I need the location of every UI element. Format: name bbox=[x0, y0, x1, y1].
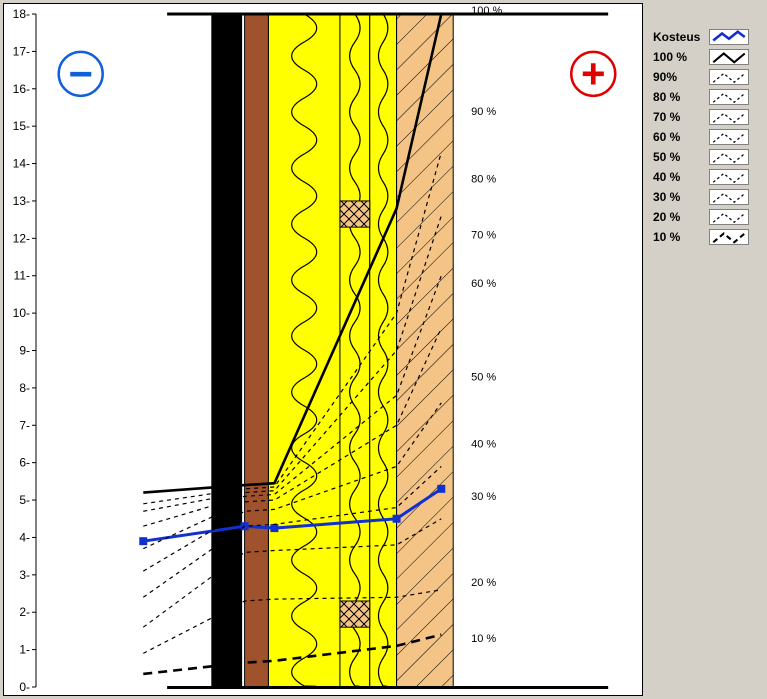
legend-row: 80 % bbox=[653, 88, 763, 106]
legend-row: 100 % bbox=[653, 48, 763, 66]
pct-label: 90 % bbox=[471, 106, 496, 118]
y-tick-label: 1- bbox=[19, 643, 30, 657]
y-tick-label: 18- bbox=[13, 7, 30, 21]
y-tick-label: 9- bbox=[19, 344, 30, 358]
legend-label: 80 % bbox=[653, 90, 709, 104]
legend-label: 40 % bbox=[653, 170, 709, 184]
legend-row: 20 % bbox=[653, 208, 763, 226]
y-tick-label: 10- bbox=[13, 306, 30, 320]
y-tick-label: 0- bbox=[19, 680, 30, 694]
y-tick-label: 17- bbox=[13, 44, 30, 58]
pct-label: 80 % bbox=[471, 173, 496, 185]
legend-swatch bbox=[709, 89, 749, 105]
y-tick-label: 12- bbox=[13, 231, 30, 245]
legend: Kosteus 100 % 90% 80 % 70 % 60 % 50 % 40 % 30 % 2… bbox=[653, 28, 763, 248]
y-tick-label: 5- bbox=[19, 493, 30, 507]
y-tick-label: 6- bbox=[19, 456, 30, 470]
legend-row: 50 % bbox=[653, 148, 763, 166]
legend-label: 50 % bbox=[653, 150, 709, 164]
legend-label: 90% bbox=[653, 70, 709, 84]
legend-swatch bbox=[709, 49, 749, 65]
legend-row: 40 % bbox=[653, 168, 763, 186]
legend-row: 70 % bbox=[653, 108, 763, 126]
legend-row: Kosteus bbox=[653, 28, 763, 46]
legend-swatch bbox=[709, 109, 749, 125]
legend-label: Kosteus bbox=[653, 30, 709, 44]
chart-area: 0- 1- 2- 3- 4- 5- 6- 7- 8- 9- 10- 11- 12- 13- 14- 15- 16… bbox=[3, 3, 643, 696]
pct-label: 40 % bbox=[471, 439, 496, 451]
wall-layer bbox=[397, 14, 454, 687]
legend-label: 10 % bbox=[653, 230, 709, 244]
legend-row: 60 % bbox=[653, 128, 763, 146]
y-tick-label: 11- bbox=[14, 269, 30, 283]
legend-label: 100 % bbox=[653, 50, 709, 64]
legend-swatch bbox=[709, 209, 749, 225]
minus-icon: − bbox=[68, 50, 93, 97]
plus-icon: + bbox=[581, 50, 606, 97]
legend-row: 90% bbox=[653, 68, 763, 86]
legend-swatch bbox=[709, 229, 749, 245]
y-tick-label: 15- bbox=[13, 119, 30, 133]
pct-label: 20 % bbox=[471, 577, 496, 589]
legend-label: 70 % bbox=[653, 110, 709, 124]
chart-svg: 0- 1- 2- 3- 4- 5- 6- 7- 8- 9- 10- 11- 12- 13- 14- 15- 16… bbox=[4, 4, 642, 695]
pct-label: 70 % bbox=[471, 229, 496, 241]
legend-swatch bbox=[709, 149, 749, 165]
pct-label: 50 % bbox=[471, 371, 496, 383]
legend-swatch bbox=[709, 189, 749, 205]
y-tick-label: 8- bbox=[19, 381, 30, 395]
legend-label: 60 % bbox=[653, 130, 709, 144]
legend-label: 20 % bbox=[653, 210, 709, 224]
legend-swatch bbox=[709, 129, 749, 145]
y-tick-label: 3- bbox=[19, 568, 30, 582]
legend-row: 10 % bbox=[653, 228, 763, 246]
y-tick-label: 7- bbox=[19, 418, 30, 432]
legend-swatch bbox=[709, 169, 749, 185]
y-tick-label: 13- bbox=[13, 194, 30, 208]
pct-label: 100 % bbox=[471, 5, 502, 17]
y-tick-label: 4- bbox=[19, 530, 30, 544]
legend-row: 30 % bbox=[653, 188, 763, 206]
legend-swatch bbox=[709, 69, 749, 85]
pct-label: 60 % bbox=[471, 278, 496, 290]
pct-label: 10 % bbox=[471, 633, 496, 645]
y-tick-label: 14- bbox=[13, 157, 30, 171]
legend-swatch bbox=[709, 29, 749, 45]
pct-label: 30 % bbox=[471, 491, 496, 503]
y-tick-label: 16- bbox=[13, 82, 30, 96]
legend-label: 30 % bbox=[653, 190, 709, 204]
wall-layer bbox=[245, 14, 269, 687]
wall-layer bbox=[212, 14, 242, 687]
y-tick-label: 2- bbox=[19, 605, 30, 619]
